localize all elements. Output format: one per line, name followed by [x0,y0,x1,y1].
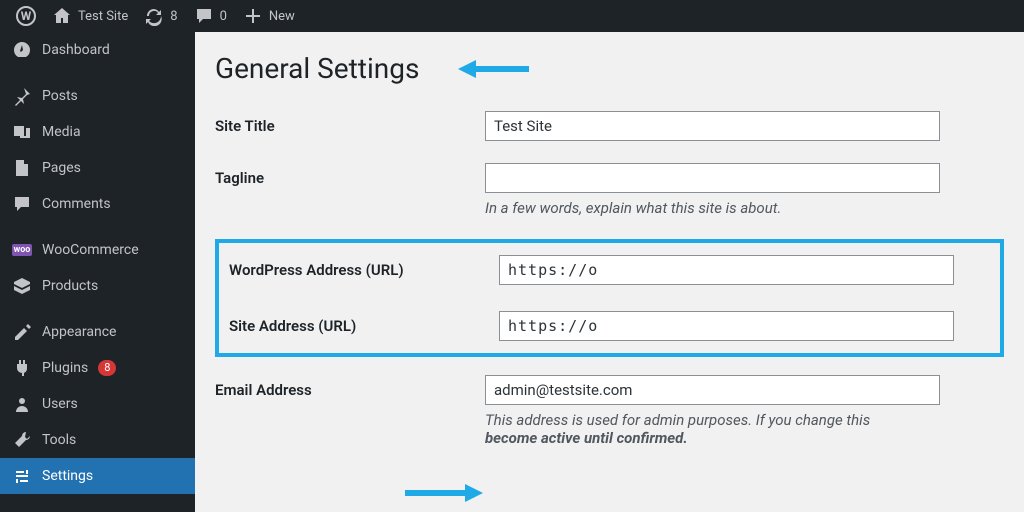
site-link[interactable]: Test Site [44,6,136,26]
field-row-tagline: Tagline In a few words, explain what thi… [215,163,1004,217]
sidebar-item-products[interactable]: Products [0,268,195,304]
sidebar-item-label: Users [42,396,78,412]
sidebar-item-label: Settings [42,468,93,484]
field-row-site-title: Site Title [215,111,1004,141]
sidebar-item-label: Plugins [42,360,88,376]
updates-count: 8 [170,9,177,24]
new-content-link[interactable]: New [235,6,303,26]
tagline-label: Tagline [215,163,485,187]
home-icon [52,6,72,26]
plugins-update-badge: 8 [98,360,116,376]
sidebar-item-media[interactable]: Media [0,114,195,150]
sidebar-item-label: Tools [42,432,76,448]
sidebar-item-label: Comments [42,196,111,212]
page-content: General Settings Site Title Tagline In a… [195,32,1024,512]
page-heading: General Settings [215,52,1004,85]
site-url-label: Site Address (URL) [229,311,499,335]
sidebar-item-label: WooCommerce [42,242,139,258]
sidebar-item-settings[interactable]: Settings [0,458,195,494]
site-title-input[interactable] [485,111,940,141]
email-description: This address is used for admin purposes.… [485,411,1004,447]
sidebar-item-users[interactable]: Users [0,386,195,422]
sidebar-item-label: Posts [42,88,78,104]
tools-icon [12,430,32,450]
sidebar-item-dashboard[interactable]: Dashboard [0,32,195,68]
media-icon [12,122,32,142]
site-name-label: Test Site [78,9,128,24]
tagline-input[interactable] [485,163,940,193]
sidebar-item-pages[interactable]: Pages [0,150,195,186]
sidebar-item-label: Pages [42,160,81,176]
page-icon [12,158,32,178]
users-icon [12,394,32,414]
comment-icon [194,6,214,26]
appearance-icon [12,322,32,342]
sidebar-item-woocommerce[interactable]: woo WooCommerce [0,232,195,268]
wordpress-logo-icon: W [16,6,36,26]
sidebar-item-label: Dashboard [42,42,110,58]
admin-sidebar: Dashboard Posts Media Pages Comments woo… [0,32,195,512]
sidebar-item-label: Products [42,278,98,294]
sidebar-item-label: Media [42,124,81,140]
wp-url-input[interactable] [499,255,954,285]
highlight-url-section: WordPress Address (URL) Site Address (UR… [215,239,1004,357]
field-row-site-url: Site Address (URL) [229,311,990,341]
woocommerce-icon: woo [12,240,32,260]
admin-toolbar: W Test Site 8 0 New [0,0,1024,32]
wp-url-label: WordPress Address (URL) [229,255,499,279]
email-label: Email Address [215,375,485,399]
sidebar-item-comments[interactable]: Comments [0,186,195,222]
comment-icon [12,194,32,214]
sidebar-item-posts[interactable]: Posts [0,78,195,114]
email-input[interactable] [485,375,940,405]
settings-icon [12,466,32,486]
products-icon [12,276,32,296]
plus-icon [243,6,263,26]
site-title-label: Site Title [215,111,485,135]
sidebar-item-tools[interactable]: Tools [0,422,195,458]
update-icon [144,6,164,26]
plugins-icon [12,358,32,378]
sidebar-item-plugins[interactable]: Plugins 8 [0,350,195,386]
field-row-wp-url: WordPress Address (URL) [229,255,990,285]
site-url-input[interactable] [499,311,954,341]
tagline-description: In a few words, explain what this site i… [485,199,1004,217]
new-label: New [269,9,295,24]
field-row-email: Email Address This address is used for a… [215,375,1004,447]
comments-link[interactable]: 0 [186,6,235,26]
dashboard-icon [12,40,32,60]
sidebar-item-appearance[interactable]: Appearance [0,314,195,350]
comments-count: 0 [220,9,227,24]
page-title-text: General Settings [215,52,419,85]
pin-icon [12,86,32,106]
wp-logo-menu[interactable]: W [8,6,44,26]
updates-link[interactable]: 8 [136,6,185,26]
sidebar-item-label: Appearance [42,324,116,340]
